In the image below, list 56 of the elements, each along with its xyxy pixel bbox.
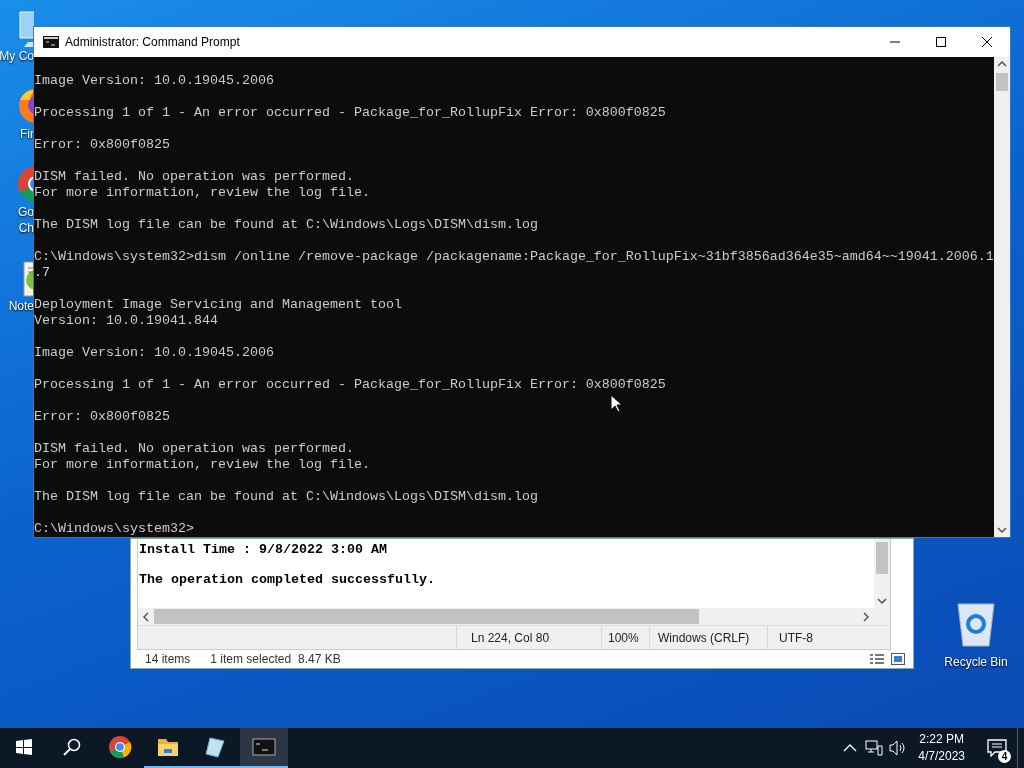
text-line: The operation completed successfully. [139, 572, 436, 587]
selection-info: 1 item selected [210, 652, 292, 666]
notification-button[interactable]: 4 [977, 728, 1017, 768]
console-line: The DISM log file can be found at C:\Windows\Logs\DISM\dism.log [34, 489, 539, 505]
search-icon [63, 738, 81, 756]
console-line: Error: 0x800f0825 [34, 409, 171, 425]
scrollbar-thumb[interactable] [996, 73, 1008, 91]
clock-button[interactable]: 2:22 PM 4/7/2023 [910, 728, 973, 768]
icon-label[interactable]: Note [8, 298, 34, 314]
file-size: 8.47 KB [298, 652, 341, 666]
console-line: Image Version: 10.0.19045.2006 [34, 345, 275, 361]
icon-label[interactable]: Fir [20, 126, 34, 142]
console-line: For more information, review the log file. [34, 185, 371, 201]
icon-label[interactable]: My Co [0, 48, 34, 64]
window-title: Administrator: Command Prompt [65, 35, 240, 49]
vertical-scrollbar[interactable] [994, 57, 1010, 537]
console-line: The DISM log file can be found at C:\Windows\Logs\DISM\dism.log [34, 217, 539, 233]
tiles-view-icon[interactable] [891, 653, 905, 665]
details-view-icon[interactable] [869, 653, 885, 665]
console-line: C:\Windows\system32>dism /online /remove-package /packagename:Package_for_RollupFix~31bf3856ad364e35~amd64~~19041.2006.1 [34, 249, 994, 265]
console-line: DISM failed. No operation was performed. [34, 441, 355, 457]
windows-logo-icon [16, 739, 32, 755]
console-line: Version: 10.0.19041.844 [34, 313, 219, 329]
console-icon [252, 735, 276, 759]
notepad-icon [204, 735, 228, 759]
scrollbar-thumb[interactable] [876, 542, 888, 574]
item-count: 14 items [145, 652, 191, 666]
close-icon [982, 37, 992, 47]
console-line: Deployment Image Servicing and Management tool [34, 297, 403, 313]
console-line: Error: 0x800f0825 [34, 137, 171, 153]
console-line: .7 [34, 265, 51, 281]
console-line: Processing 1 of 1 - An error occurred - Package_for_RollupFix Error: 0x800f0825 [34, 377, 667, 393]
mouse-pointer-icon [610, 394, 622, 413]
speaker-icon [889, 740, 908, 756]
network-icon [865, 740, 884, 756]
console-line: DISM failed. No operation was performed. [34, 169, 355, 185]
chrome-icon [108, 735, 132, 759]
notification-count: 4 [998, 750, 1011, 763]
scrollbar-thumb[interactable] [154, 609, 699, 624]
cursor-position: Ln 224, Col 80 [456, 626, 601, 649]
caret-up-icon [843, 744, 858, 752]
console-app-icon [43, 36, 59, 48]
icon-label[interactable]: Go Ch [18, 204, 34, 236]
zoom-level: 100% [601, 626, 649, 649]
line-ending: Windows (CRLF) [649, 626, 767, 649]
icon-label[interactable]: Recycle Bin [944, 654, 1008, 670]
vertical-scrollbar[interactable] [874, 539, 890, 608]
console-line: For more information, review the log file. [34, 457, 371, 473]
console-line: Processing 1 of 1 - An error occurred - Package_for_RollupFix Error: 0x800f0825 [34, 105, 667, 121]
encoding: UTF-8 [767, 626, 890, 649]
console-line: Image Version: 10.0.19045.2006 [34, 73, 275, 89]
console-line: C:\Windows\system32> [34, 521, 195, 537]
maximize-icon [936, 37, 946, 47]
text-line: Install Time : 9/8/2022 3:00 AM [139, 542, 388, 557]
recycle-bin-icon[interactable] [954, 600, 998, 648]
taskbar-app-button[interactable] [240, 728, 288, 768]
